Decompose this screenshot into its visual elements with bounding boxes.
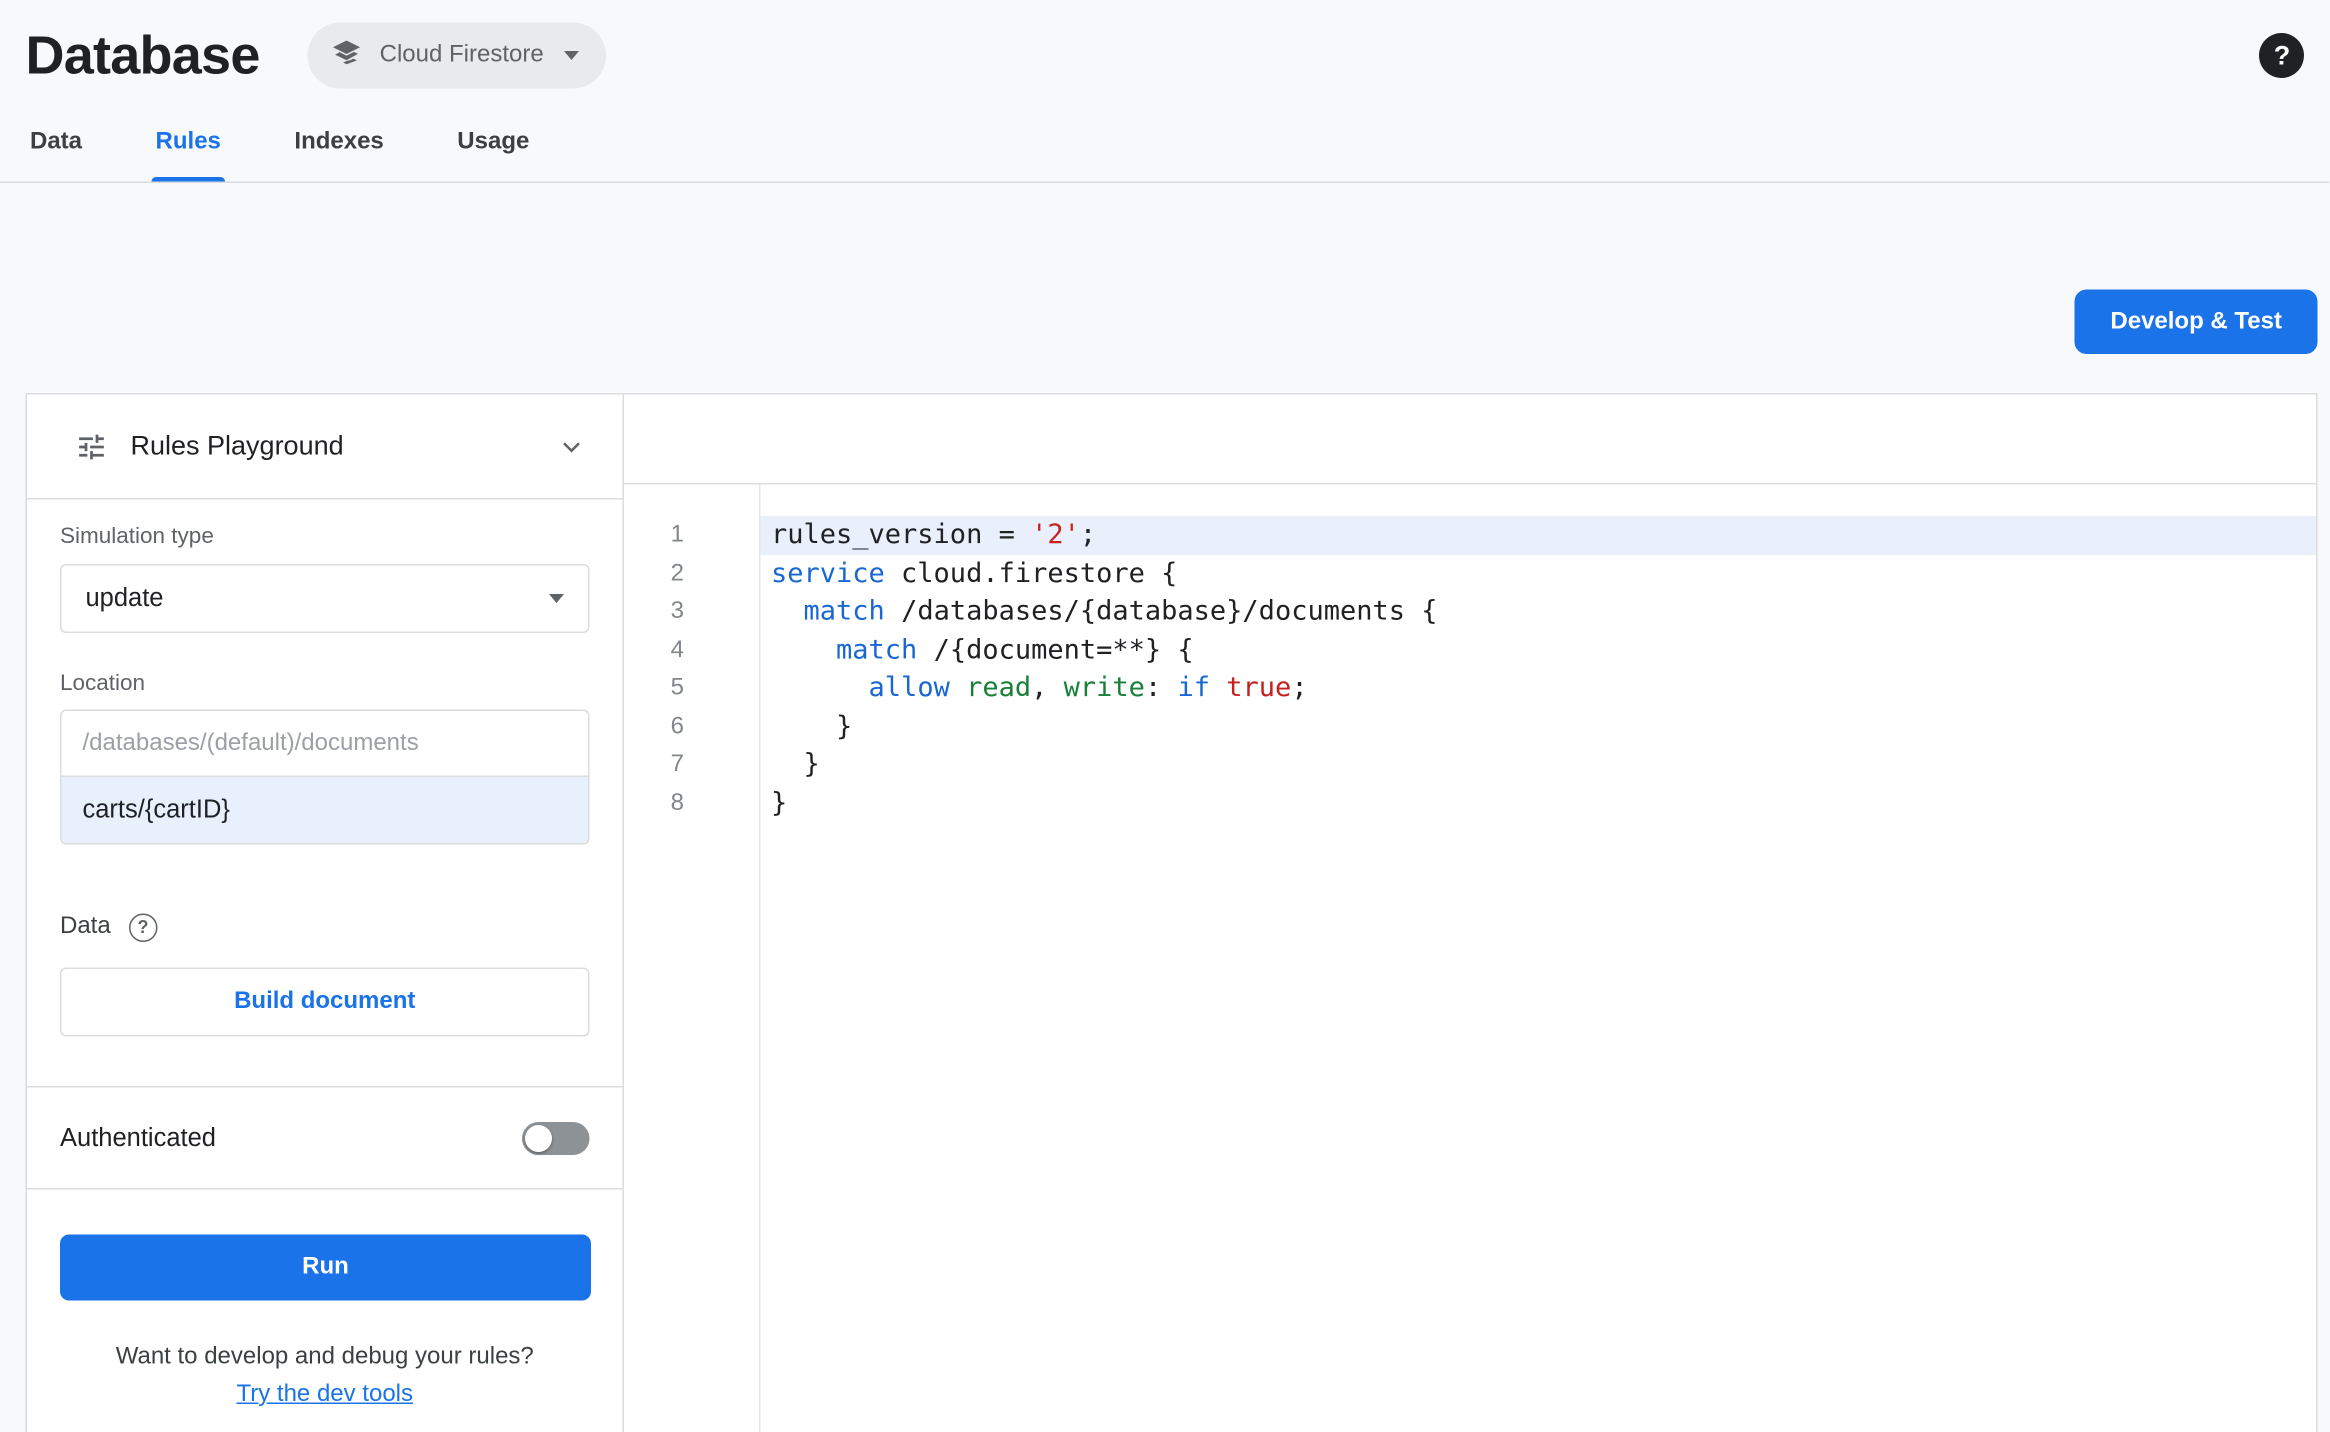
- data-label: Data: [60, 913, 111, 940]
- rules-card: Rules Playground Simulation type update …: [25, 393, 2318, 1432]
- tab-data[interactable]: Data: [26, 102, 87, 182]
- code-line[interactable]: }: [761, 707, 2317, 745]
- devtools-question: Want to develop and debug your rules?: [115, 1344, 534, 1370]
- tune-icon: [79, 433, 104, 459]
- code-line[interactable]: service cloud.firestore {: [761, 554, 2317, 592]
- authenticated-row: Authenticated: [27, 1088, 623, 1190]
- line-number: 1: [670, 522, 684, 548]
- code-line[interactable]: match /{document=**} {: [761, 631, 2317, 669]
- simulation-type-value: update: [85, 583, 164, 613]
- product-chip[interactable]: Cloud Firestore: [307, 22, 607, 89]
- develop-test-button[interactable]: Develop & Test: [2074, 289, 2318, 354]
- code-line[interactable]: allow read, write: if true;: [761, 669, 2317, 707]
- authenticated-label: Authenticated: [60, 1122, 216, 1152]
- tab-rules-label: Rules: [155, 128, 221, 154]
- line-number: 8: [670, 789, 684, 816]
- firestore-icon: [329, 34, 365, 78]
- help-icon: ?: [2273, 39, 2291, 70]
- data-row: Data ?: [60, 912, 590, 942]
- editor-toolbar: [624, 395, 2317, 485]
- select-arrow-icon: [549, 594, 564, 603]
- tab-indexes[interactable]: Indexes: [290, 102, 388, 182]
- data-help-icon[interactable]: ?: [128, 912, 158, 942]
- collapse-chevron-icon[interactable]: [557, 431, 587, 461]
- location-label: Location: [60, 670, 146, 697]
- line-number: 5: [670, 675, 684, 701]
- location-input[interactable]: [61, 775, 588, 843]
- simulation-type-label: Simulation type: [60, 523, 214, 550]
- tab-usage-label: Usage: [457, 128, 530, 154]
- authenticated-toggle[interactable]: [522, 1121, 590, 1155]
- page-header: Database Cloud Firestore ?: [0, 0, 2330, 102]
- tab-bar: Data Rules Indexes Usage: [0, 102, 2330, 183]
- line-number: 3: [670, 598, 684, 625]
- code-line[interactable]: }: [761, 784, 2317, 822]
- line-number: 2: [670, 560, 684, 586]
- line-number: 7: [670, 751, 684, 778]
- playground-form: Simulation type update Location /databas…: [27, 500, 623, 1088]
- tab-usage[interactable]: Usage: [453, 102, 534, 182]
- playground-header[interactable]: Rules Playground: [27, 395, 623, 500]
- toggle-knob: [525, 1124, 552, 1152]
- help-button[interactable]: ?: [2259, 33, 2305, 78]
- content-area: Develop & Test Rules Playground Simulati…: [0, 183, 2330, 1432]
- line-number: 6: [670, 713, 684, 739]
- editor-body: 1 2 3 4 5 6 7 8 rules_version = '2'; service clo…: [624, 484, 2317, 1432]
- simulation-type-select[interactable]: update: [60, 564, 590, 633]
- tab-indexes-label: Indexes: [294, 128, 384, 154]
- code-line[interactable]: }: [761, 746, 2317, 784]
- tab-data-label: Data: [30, 128, 83, 154]
- chevron-down-icon: [564, 51, 580, 60]
- code-content[interactable]: rules_version = '2'; service cloud.firest…: [760, 485, 2317, 1432]
- editor-panel: 1 2 3 4 5 6 7 8 rules_version = '2'; service clo…: [624, 394, 2317, 1432]
- code-line[interactable]: rules_version = '2';: [760, 516, 2317, 555]
- devtools-link[interactable]: Try the dev tools: [27, 1382, 623, 1409]
- app-root: Database Cloud Firestore ? Data Rules In…: [0, 0, 2330, 1432]
- line-number: 4: [670, 636, 684, 663]
- tab-rules[interactable]: Rules: [151, 102, 225, 182]
- run-button[interactable]: Run: [60, 1234, 591, 1301]
- playground-panel: Rules Playground Simulation type update …: [27, 394, 624, 1432]
- location-prefix: /databases/(default)/documents: [82, 729, 419, 756]
- code-line[interactable]: match /databases/{database}/documents {: [761, 593, 2317, 631]
- location-group: /databases/(default)/documents: [60, 709, 590, 845]
- toolbar-row: Develop & Test: [0, 183, 2330, 354]
- product-chip-label: Cloud Firestore: [379, 42, 544, 68]
- line-numbers: 1 2 3 4 5 6 7 8: [624, 484, 761, 1432]
- build-document-button[interactable]: Build document: [60, 967, 590, 1037]
- page-title: Database: [25, 24, 261, 86]
- playground-title: Rules Playground: [130, 430, 344, 461]
